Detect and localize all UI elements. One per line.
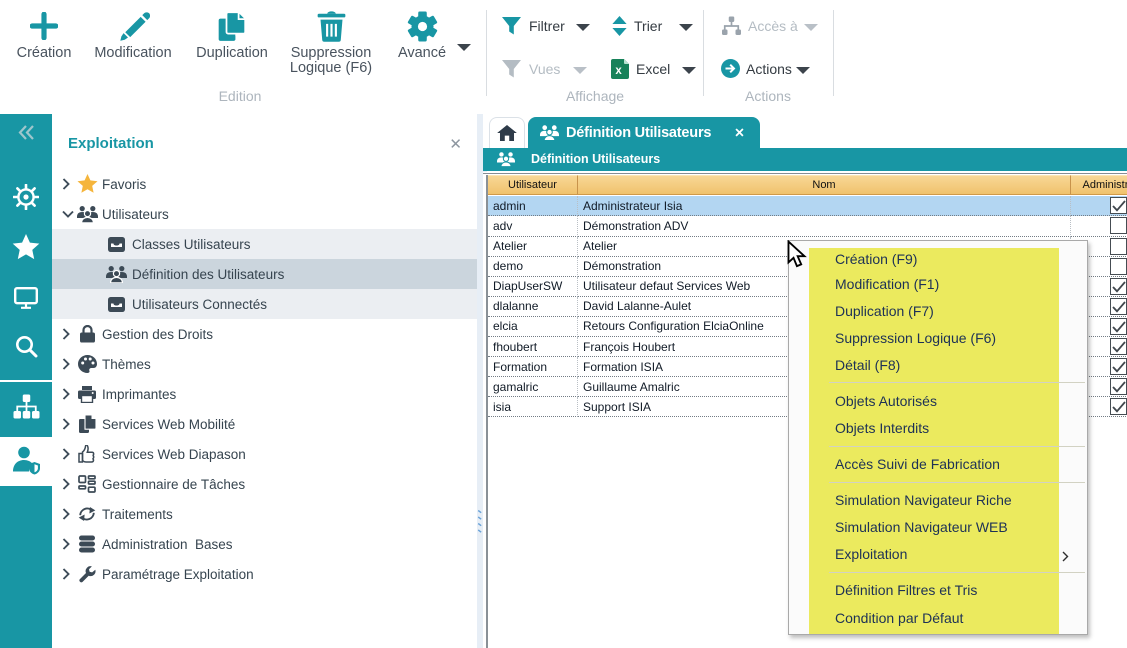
svg-text:x: x <box>615 65 622 77</box>
